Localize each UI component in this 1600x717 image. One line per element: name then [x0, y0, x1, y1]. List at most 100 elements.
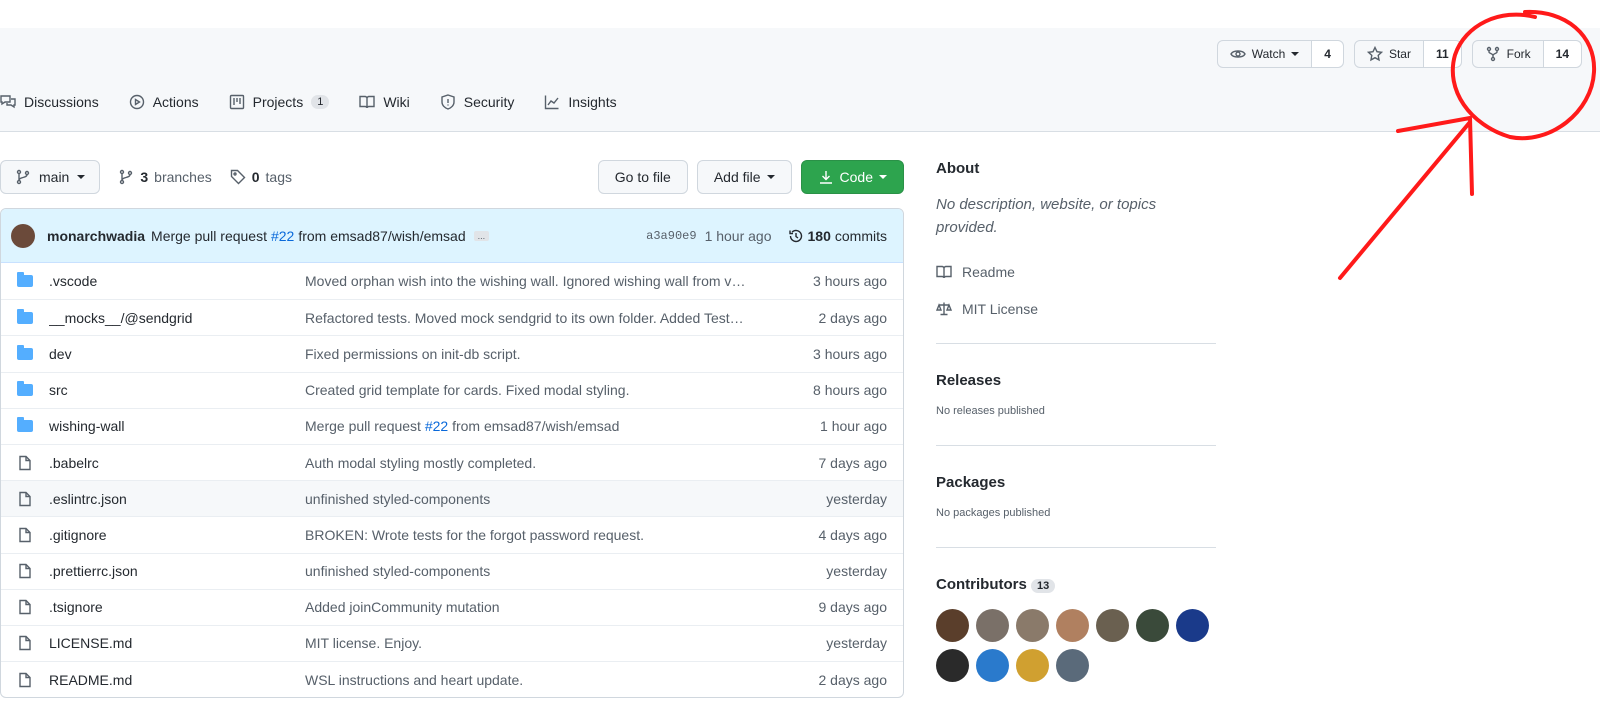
file-commit-message[interactable]: Fixed permissions on init-db script.	[305, 346, 787, 362]
table-row[interactable]: dev Fixed permissions on init-db script. 3…	[1, 335, 903, 371]
file-name[interactable]: README.md	[49, 672, 305, 688]
file-commit-message[interactable]: MIT license. Enjoy.	[305, 635, 787, 651]
projects-counter: 1	[311, 95, 330, 109]
sidebar: About No description, website, or topics…	[936, 160, 1216, 682]
star-icon	[1366, 46, 1383, 62]
fork-label: Fork	[1506, 47, 1531, 61]
file-name[interactable]: .tsignore	[49, 599, 305, 615]
table-row[interactable]: wishing-wall Merge pull request #22 from …	[1, 407, 903, 444]
avatar[interactable]	[1096, 609, 1129, 642]
fork-count[interactable]: 14	[1542, 41, 1581, 67]
file-name[interactable]: .prettierrc.json	[49, 563, 305, 579]
file-name[interactable]: src	[49, 382, 305, 398]
file-commit-message[interactable]: WSL instructions and heart update.	[305, 672, 787, 688]
branches-count: 3	[140, 169, 149, 185]
tags-link[interactable]: 0 tags	[230, 169, 292, 185]
code-label: Code	[839, 169, 873, 185]
table-row[interactable]: .gitignore BROKEN: Wrote tests for the fo…	[1, 516, 903, 552]
file-name[interactable]: .vscode	[49, 273, 305, 289]
commit-age[interactable]: 1 hour ago	[705, 228, 772, 244]
avatar[interactable]	[1016, 609, 1049, 642]
branches-link[interactable]: 3 branches	[118, 169, 212, 185]
commit-sha[interactable]: a3a90e9	[646, 229, 696, 243]
table-row[interactable]: README.md WSL instructions and heart upda…	[1, 661, 903, 697]
table-row[interactable]: .prettierrc.json unfinished styled-compon…	[1, 552, 903, 589]
contributors-section: Contributors 13	[936, 547, 1216, 682]
file-commit-message[interactable]: Added joinCommunity mutation	[305, 599, 787, 615]
avatar[interactable]	[976, 609, 1009, 642]
table-row[interactable]: .babelrc Auth modal styling mostly comple…	[1, 443, 903, 480]
watch-count[interactable]: 4	[1311, 41, 1343, 67]
table-row[interactable]: LICENSE.md MIT license. Enjoy. yesterday	[1, 624, 903, 661]
commit-expand-button[interactable]: ...	[473, 230, 490, 241]
readme-link[interactable]: Readme	[936, 253, 1216, 290]
file-commit-message[interactable]: unfinished styled-components	[305, 491, 787, 507]
table-row[interactable]: src Created grid template for cards. Fixe…	[1, 371, 903, 408]
annotation-arrow	[1338, 116, 1474, 280]
file-commit-message[interactable]: Merge pull request #22 from emsad87/wish…	[305, 418, 787, 434]
star-count[interactable]: 11	[1422, 41, 1461, 67]
tab-security[interactable]: Security	[440, 94, 515, 110]
tab-wiki-label: Wiki	[383, 94, 410, 110]
watch-button[interactable]: Watch 4	[1216, 40, 1344, 68]
book-icon	[359, 95, 376, 109]
packages-section: Packages No packages published	[936, 445, 1216, 519]
table-row[interactable]: .vscode Moved orphan wish into the wishin…	[1, 263, 903, 299]
branch-selector[interactable]: main	[0, 160, 101, 194]
file-name[interactable]: dev	[49, 346, 305, 362]
commits-link[interactable]: 180 commits	[788, 228, 887, 244]
table-row[interactable]: .tsignore Added joinCommunity mutation 9 d…	[1, 588, 903, 625]
code-button[interactable]: Code	[800, 160, 904, 194]
about-description: No description, website, or topics provi…	[936, 196, 1157, 236]
tab-actions[interactable]: Actions	[129, 94, 199, 110]
commit-meta: a3a90e9 1 hour ago 180 commits	[646, 228, 887, 244]
avatar[interactable]	[976, 649, 1009, 682]
tab-discussions[interactable]: Discussions	[0, 94, 99, 110]
packages-title[interactable]: Packages	[936, 474, 1216, 491]
tab-insights[interactable]: Insights	[544, 94, 617, 110]
add-file-button[interactable]: Add file	[696, 160, 792, 194]
avatar[interactable]	[11, 223, 35, 248]
file-commit-message[interactable]: Refactored tests. Moved mock sendgrid to…	[305, 310, 787, 326]
file-name[interactable]: __mocks__/@sendgrid	[49, 310, 305, 326]
avatar[interactable]	[1056, 609, 1089, 642]
releases-title[interactable]: Releases	[936, 372, 1216, 389]
commit-message-pre[interactable]: Merge pull request	[151, 228, 267, 244]
table-row[interactable]: .eslintrc.json unfinished styled-componen…	[1, 480, 903, 517]
table-row[interactable]: __mocks__/@sendgrid Refactored tests. Mov…	[1, 299, 903, 335]
commit-pr-link[interactable]: #22	[271, 228, 294, 244]
fork-button[interactable]: Fork 14	[1471, 40, 1582, 68]
file-name[interactable]: .babelrc	[49, 455, 305, 471]
file-commit-message[interactable]: Created grid template for cards. Fixed m…	[305, 382, 787, 398]
tab-security-label: Security	[463, 94, 515, 110]
tab-insights-label: Insights	[568, 94, 617, 110]
avatar[interactable]	[1176, 609, 1209, 642]
add-file-label: Add file	[713, 169, 761, 185]
avatar[interactable]	[1016, 649, 1049, 682]
license-link[interactable]: MIT License	[936, 290, 1216, 327]
avatar[interactable]	[936, 609, 969, 642]
go-to-file-button[interactable]: Go to file	[597, 160, 688, 194]
chevron-down-icon	[1291, 52, 1300, 56]
repo-actions: Watch 4 Star 11 Fork 14	[1216, 40, 1582, 68]
file-name[interactable]: LICENSE.md	[49, 635, 305, 651]
star-button[interactable]: Star 11	[1353, 40, 1462, 68]
tab-wiki[interactable]: Wiki	[359, 94, 410, 110]
file-commit-message[interactable]: BROKEN: Wrote tests for the forgot passw…	[305, 527, 787, 543]
avatar[interactable]	[936, 649, 969, 682]
avatar[interactable]	[1136, 609, 1169, 642]
commit-message-post[interactable]: from emsad87/wish/emsad	[298, 228, 465, 244]
file-commit-message[interactable]: unfinished styled-components	[305, 563, 787, 579]
avatar[interactable]	[1056, 649, 1089, 682]
file-name[interactable]: wishing-wall	[49, 418, 305, 434]
contributors-title[interactable]: Contributors 13	[936, 576, 1216, 593]
file-commit-message[interactable]: Moved orphan wish into the wishing wall.…	[305, 273, 787, 289]
file-commit-message[interactable]: Auth modal styling mostly completed.	[305, 455, 787, 471]
pr-link[interactable]: #22	[425, 418, 448, 434]
tab-projects[interactable]: Projects 1	[229, 94, 330, 110]
commit-author[interactable]: monarchwadia	[47, 228, 145, 244]
file-name[interactable]: .eslintrc.json	[49, 491, 305, 507]
watch-label: Watch	[1251, 47, 1286, 61]
eye-icon	[1229, 50, 1246, 58]
file-name[interactable]: .gitignore	[49, 527, 305, 543]
